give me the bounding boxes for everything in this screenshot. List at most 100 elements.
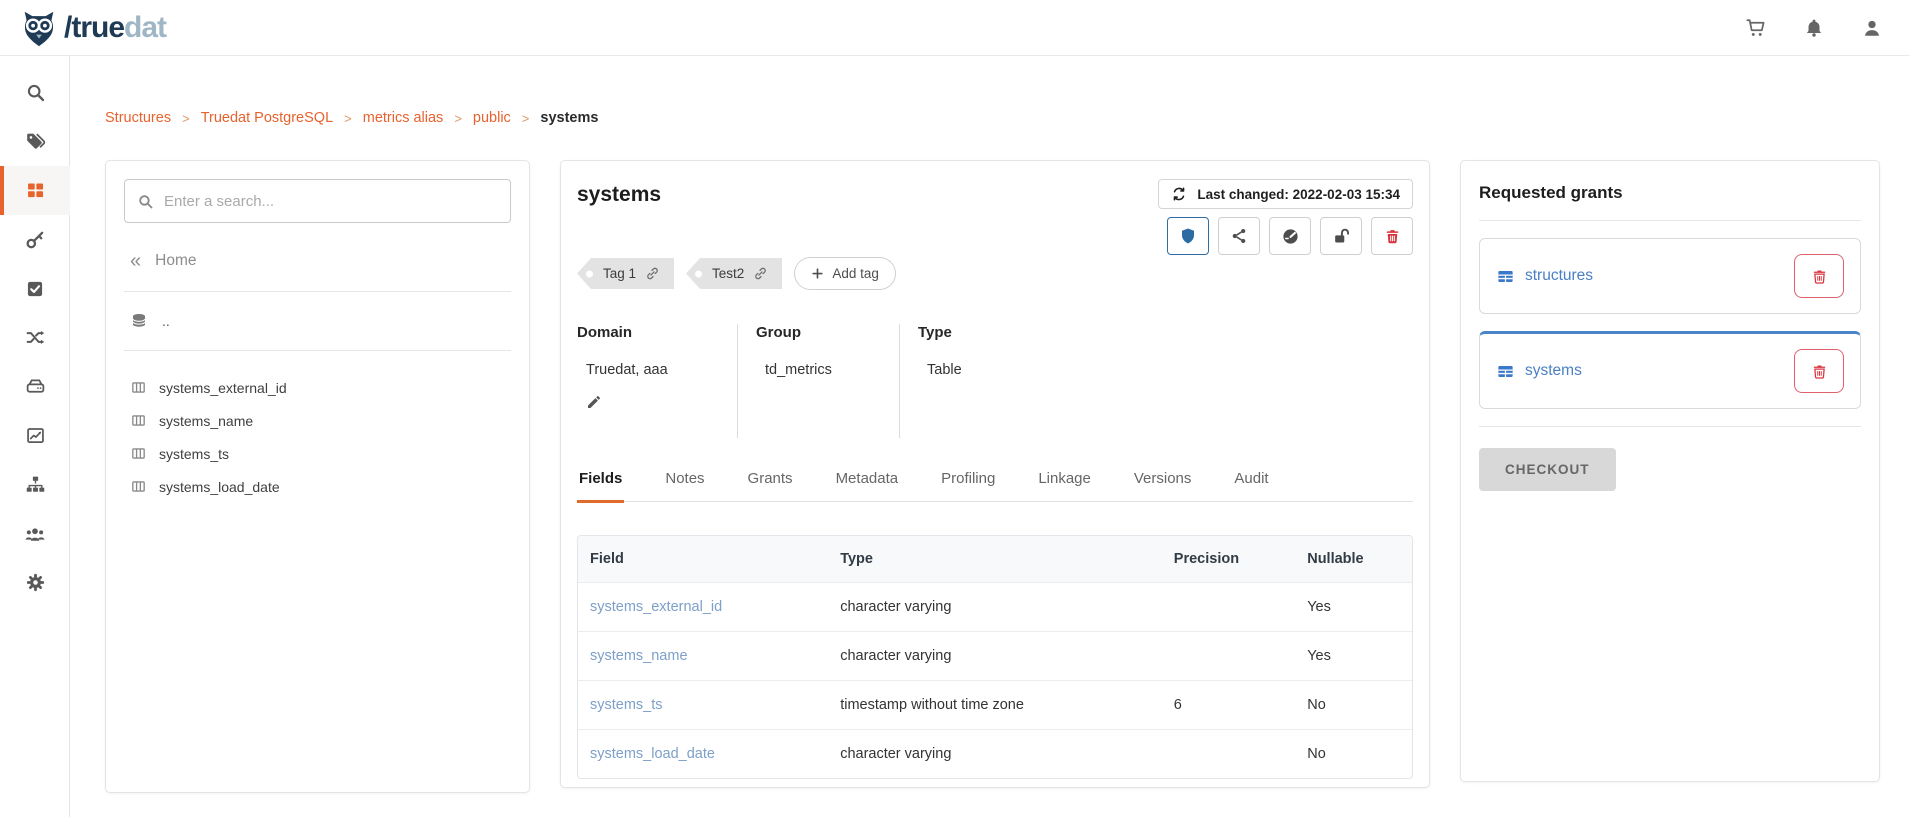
- breadcrumb-database[interactable]: metrics alias: [363, 110, 444, 126]
- tab-metadata[interactable]: Metadata: [834, 462, 901, 501]
- table-icon: [1496, 267, 1515, 286]
- unlock-button[interactable]: [1320, 217, 1362, 255]
- rail-tags-icon[interactable]: [0, 117, 70, 166]
- header-precision: Precision: [1162, 536, 1295, 583]
- explorer-field-list: systems_external_id systems_name systems…: [124, 371, 511, 503]
- header-type: Type: [828, 536, 1162, 583]
- structure-actions: [1167, 217, 1413, 255]
- group-label: Group: [756, 324, 875, 341]
- search-icon: [137, 193, 154, 210]
- field-type: timestamp without time zone: [828, 681, 1162, 730]
- rail-check-square-icon[interactable]: [0, 264, 70, 313]
- delete-structure-button[interactable]: [1371, 217, 1413, 255]
- tag-link-icon[interactable]: [753, 266, 768, 281]
- columns-icon: [130, 412, 147, 429]
- explorer-field-item[interactable]: systems_external_id: [130, 371, 511, 404]
- rail-drive-icon[interactable]: [0, 362, 70, 411]
- breadcrumb-separator: >: [522, 111, 530, 126]
- truedat-logo[interactable]: /truedat: [18, 7, 166, 49]
- explorer-field-item[interactable]: systems_ts: [130, 437, 511, 470]
- share-button[interactable]: [1218, 217, 1260, 255]
- columns-icon: [130, 478, 147, 495]
- field-precision: [1162, 730, 1295, 779]
- breadcrumb-separator: >: [182, 111, 190, 126]
- rail-sitemap-icon[interactable]: [0, 460, 70, 509]
- header-actions: [1745, 17, 1883, 39]
- explorer-home-link[interactable]: « Home: [130, 251, 507, 271]
- add-tag-button[interactable]: Add tag: [794, 257, 896, 290]
- fields-table: Field Type Precision Nullable systems_ex…: [577, 535, 1413, 779]
- remove-grant-button[interactable]: [1794, 254, 1844, 298]
- notifications-bell-icon[interactable]: [1803, 17, 1825, 39]
- breadcrumb-schema[interactable]: public: [473, 110, 511, 126]
- type-value: Table: [927, 362, 1389, 378]
- tags-row: Tag 1 Test2: [577, 257, 1413, 290]
- tag-chip[interactable]: Test2: [686, 258, 782, 289]
- tab-profiling[interactable]: Profiling: [939, 462, 997, 501]
- field-item-label: systems_load_date: [159, 479, 280, 495]
- tag-label: Tag 1: [603, 266, 636, 281]
- tab-fields[interactable]: Fields: [577, 462, 624, 503]
- icon-rail: [0, 56, 70, 817]
- rail-users-icon[interactable]: [0, 509, 70, 558]
- rail-structures-grid-icon[interactable]: [0, 166, 70, 215]
- columns-icon: [130, 379, 147, 396]
- remove-grant-button[interactable]: [1794, 349, 1844, 393]
- grant-item-link[interactable]: systems: [1525, 362, 1582, 380]
- rail-settings-gear-icon[interactable]: [0, 558, 70, 607]
- last-changed-button[interactable]: Last changed: 2022-02-03 15:34: [1158, 179, 1413, 209]
- grant-card-structures: structures: [1479, 238, 1861, 314]
- tag-chip[interactable]: Tag 1: [577, 258, 674, 289]
- structure-info: Domain Truedat, aaa Group td_metrics Typ…: [577, 324, 1413, 438]
- grant-item-link[interactable]: structures: [1525, 267, 1593, 285]
- field-type: character varying: [828, 632, 1162, 681]
- quality-gauge-button[interactable]: [1269, 217, 1311, 255]
- checkout-button[interactable]: CHECKOUT: [1479, 448, 1616, 491]
- explorer-search-input[interactable]: [164, 193, 498, 210]
- table-icon: [1496, 362, 1515, 381]
- rail-chart-line-icon[interactable]: [0, 411, 70, 460]
- divider: [1479, 426, 1861, 427]
- header-nullable: Nullable: [1295, 536, 1412, 583]
- edit-domain-pencil-icon[interactable]: [586, 394, 602, 410]
- tag-link-icon[interactable]: [645, 266, 660, 281]
- header-field: Field: [578, 536, 828, 583]
- domain-value: Truedat, aaa: [586, 362, 713, 378]
- field-item-label: systems_ts: [159, 446, 229, 462]
- tab-audit[interactable]: Audit: [1232, 462, 1270, 501]
- user-profile-icon[interactable]: [1861, 17, 1883, 39]
- field-link[interactable]: systems_name: [590, 648, 688, 664]
- divider: [124, 291, 511, 292]
- tab-versions[interactable]: Versions: [1132, 462, 1194, 501]
- add-tag-label: Add tag: [832, 266, 879, 281]
- explorer-field-item[interactable]: systems_name: [130, 404, 511, 437]
- breadcrumb-separator: >: [344, 111, 352, 126]
- field-item-label: systems_external_id: [159, 380, 287, 396]
- owl-logo-icon: [18, 7, 60, 49]
- field-precision: [1162, 583, 1295, 632]
- breadcrumb: Structures > Truedat PostgreSQL > metric…: [105, 110, 598, 126]
- field-type: character varying: [828, 583, 1162, 632]
- rail-search-icon[interactable]: [0, 68, 70, 117]
- field-link[interactable]: systems_load_date: [590, 746, 715, 762]
- divider: [1479, 220, 1861, 221]
- breadcrumb-system[interactable]: Truedat PostgreSQL: [201, 110, 333, 126]
- database-icon: [130, 312, 148, 330]
- field-nullable: Yes: [1295, 632, 1412, 681]
- field-link[interactable]: systems_external_id: [590, 599, 722, 615]
- field-precision: 6: [1162, 681, 1295, 730]
- explorer-parent-node[interactable]: ..: [130, 312, 511, 330]
- rail-key-icon[interactable]: [0, 215, 70, 264]
- protect-shield-button[interactable]: [1167, 217, 1209, 255]
- explorer-field-item[interactable]: systems_load_date: [130, 470, 511, 503]
- rail-shuffle-icon[interactable]: [0, 313, 70, 362]
- cart-icon[interactable]: [1745, 17, 1767, 39]
- app-header: /truedat: [0, 0, 1909, 56]
- field-link[interactable]: systems_ts: [590, 697, 663, 713]
- tab-grants[interactable]: Grants: [746, 462, 795, 501]
- tab-linkage[interactable]: Linkage: [1036, 462, 1093, 501]
- tab-notes[interactable]: Notes: [663, 462, 706, 501]
- field-nullable: No: [1295, 730, 1412, 779]
- breadcrumb-structures[interactable]: Structures: [105, 110, 171, 126]
- explorer-search-box[interactable]: [124, 179, 511, 223]
